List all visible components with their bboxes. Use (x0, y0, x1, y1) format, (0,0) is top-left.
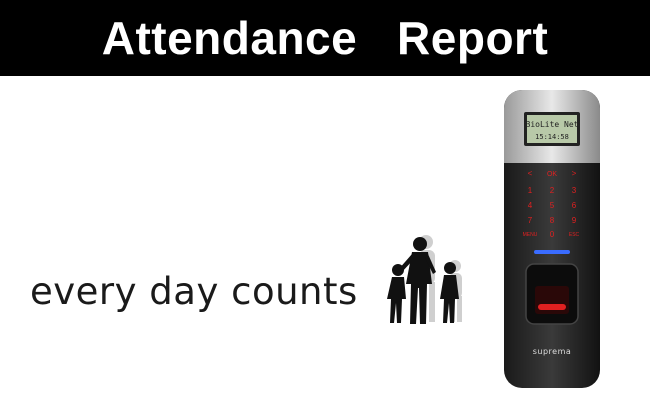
device-key-menu: MENU (523, 232, 538, 238)
device-nav-right: > (572, 169, 577, 178)
device-screen-line1: BioLite Net (526, 120, 579, 129)
device-nav-left: < (528, 169, 533, 178)
device-key: 2 (550, 186, 555, 195)
device-nav-ok: OK (547, 171, 557, 178)
device-key: 6 (572, 201, 577, 210)
tagline-text: every day counts (30, 270, 358, 313)
biometric-terminal: BioLite Net 15:14:58 < OK > 1 2 3 4 5 6 … (504, 90, 600, 388)
device-key: 7 (528, 216, 533, 225)
device-brand-logo: suprema (533, 347, 572, 356)
device-screen-line2: 15:14:58 (535, 133, 569, 141)
device-key: 1 (528, 186, 533, 195)
status-led (534, 250, 570, 254)
device-key: 9 (572, 216, 577, 225)
device-key: 4 (528, 201, 533, 210)
device-key: 3 (572, 186, 577, 195)
device-key: 5 (550, 201, 555, 210)
device-key: 8 (550, 216, 555, 225)
device-key: 0 (550, 230, 555, 239)
family-silhouette-icon (387, 235, 462, 324)
device-key-esc: ESC (569, 232, 580, 238)
page-title: Attendance Report (101, 12, 549, 64)
